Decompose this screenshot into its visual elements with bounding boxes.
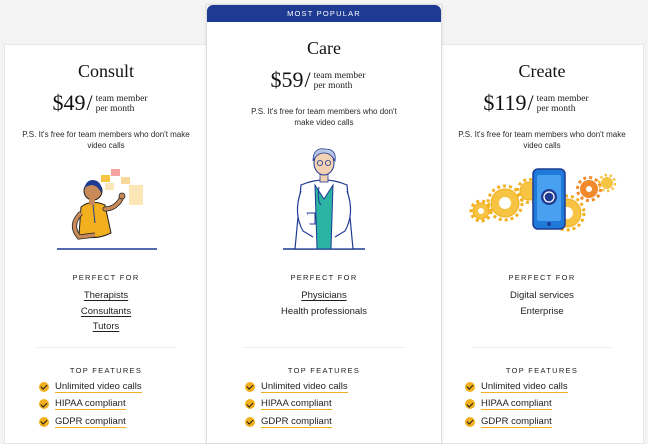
- plan-note: P.S. It's free for team members who don'…: [22, 130, 190, 150]
- feature-item: GDPR compliant: [39, 413, 207, 431]
- check-icon: [39, 381, 49, 392]
- feature-link-unlimited-video[interactable]: Unlimited video calls: [481, 381, 568, 393]
- plan-name: Create: [518, 61, 566, 81]
- feature-item: GDPR compliant: [245, 413, 441, 431]
- price-separator: /: [527, 90, 534, 115]
- plan-note: P.S. It's free for team members who don'…: [251, 107, 397, 127]
- plan-card-create: Create $119 / team member per month P.S.…: [440, 44, 644, 444]
- price-unit: team member per month: [95, 94, 148, 114]
- consultant-woman-illustration: [5, 163, 207, 255]
- feature-link-unlimited-video[interactable]: Unlimited video calls: [55, 381, 142, 393]
- feature-link-hipaa[interactable]: HIPAA compliant: [55, 398, 126, 411]
- feature-item: HIPAA compliant: [465, 396, 643, 414]
- plan-price: $59 / team member per month: [207, 68, 441, 92]
- phone-gears-illustration: [441, 167, 643, 253]
- check-icon: [245, 399, 255, 410]
- check-icon: [245, 416, 255, 427]
- check-icon: [465, 416, 475, 427]
- plan-card-care: MOST POPULAR Care $59 / team member per …: [206, 4, 442, 444]
- price-amount: $59: [270, 67, 304, 92]
- divider: [37, 347, 175, 348]
- perfect-for-label: PERFECT FOR: [290, 273, 358, 282]
- check-icon: [39, 399, 49, 410]
- audience-link-physicians[interactable]: Physicians: [207, 288, 441, 304]
- feature-item: GDPR compliant: [465, 413, 643, 431]
- feature-item: Unlimited video calls: [39, 378, 207, 396]
- perfect-for-list: Physicians Health professionals: [207, 288, 441, 319]
- price-unit: team member per month: [313, 71, 366, 91]
- price-amount: $49: [52, 90, 86, 115]
- price-separator: /: [304, 67, 311, 92]
- price-amount: $119: [483, 90, 527, 115]
- audience-item-enterprise: Enterprise: [520, 305, 564, 317]
- perfect-for-label: PERFECT FOR: [508, 273, 576, 282]
- plan-name: Consult: [77, 61, 134, 81]
- feature-link-gdpr[interactable]: GDPR compliant: [481, 416, 552, 428]
- price-unit: team member per month: [536, 94, 589, 114]
- feature-item: Unlimited video calls: [465, 378, 643, 396]
- feature-link-gdpr[interactable]: GDPR compliant: [55, 416, 126, 428]
- plan-price: $49 / team member per month: [5, 91, 207, 115]
- top-features-label: TOP FEATURES: [505, 366, 579, 375]
- top-features-label: TOP FEATURES: [69, 366, 143, 375]
- doctor-illustration: [207, 143, 441, 253]
- top-features-label: TOP FEATURES: [287, 366, 361, 375]
- plan-card-consult: Consult $49 / team member per month P.S.…: [4, 44, 208, 444]
- plan-note: P.S. It's free for team members who don'…: [458, 130, 626, 150]
- plan-price: $119 / team member per month: [441, 91, 643, 115]
- feature-item: Unlimited video calls: [245, 378, 441, 396]
- audience-link-tutors[interactable]: Tutors: [5, 319, 207, 335]
- audience-link-therapists[interactable]: Therapists: [5, 288, 207, 304]
- audience-item-health-professionals: Health professionals: [280, 305, 368, 317]
- feature-item: HIPAA compliant: [39, 396, 207, 414]
- divider: [243, 347, 405, 348]
- check-icon: [465, 399, 475, 410]
- price-separator: /: [86, 90, 93, 115]
- plan-name: Care: [307, 38, 341, 58]
- audience-link-consultants[interactable]: Consultants: [5, 304, 207, 320]
- check-icon: [39, 416, 49, 427]
- audience-item-digital-services: Digital services: [510, 290, 574, 301]
- feature-link-hipaa[interactable]: HIPAA compliant: [261, 398, 332, 411]
- check-icon: [245, 381, 255, 392]
- feature-link-unlimited-video[interactable]: Unlimited video calls: [261, 381, 348, 393]
- feature-item: HIPAA compliant: [245, 396, 441, 414]
- feature-link-hipaa[interactable]: HIPAA compliant: [481, 398, 552, 411]
- perfect-for-list: Therapists Consultants Tutors: [5, 288, 207, 335]
- most-popular-badge: MOST POPULAR: [207, 5, 441, 22]
- perfect-for-list: Digital services Enterprise: [441, 288, 643, 319]
- perfect-for-label: PERFECT FOR: [72, 273, 140, 282]
- divider: [473, 347, 611, 348]
- check-icon: [465, 381, 475, 392]
- feature-link-gdpr[interactable]: GDPR compliant: [261, 416, 332, 428]
